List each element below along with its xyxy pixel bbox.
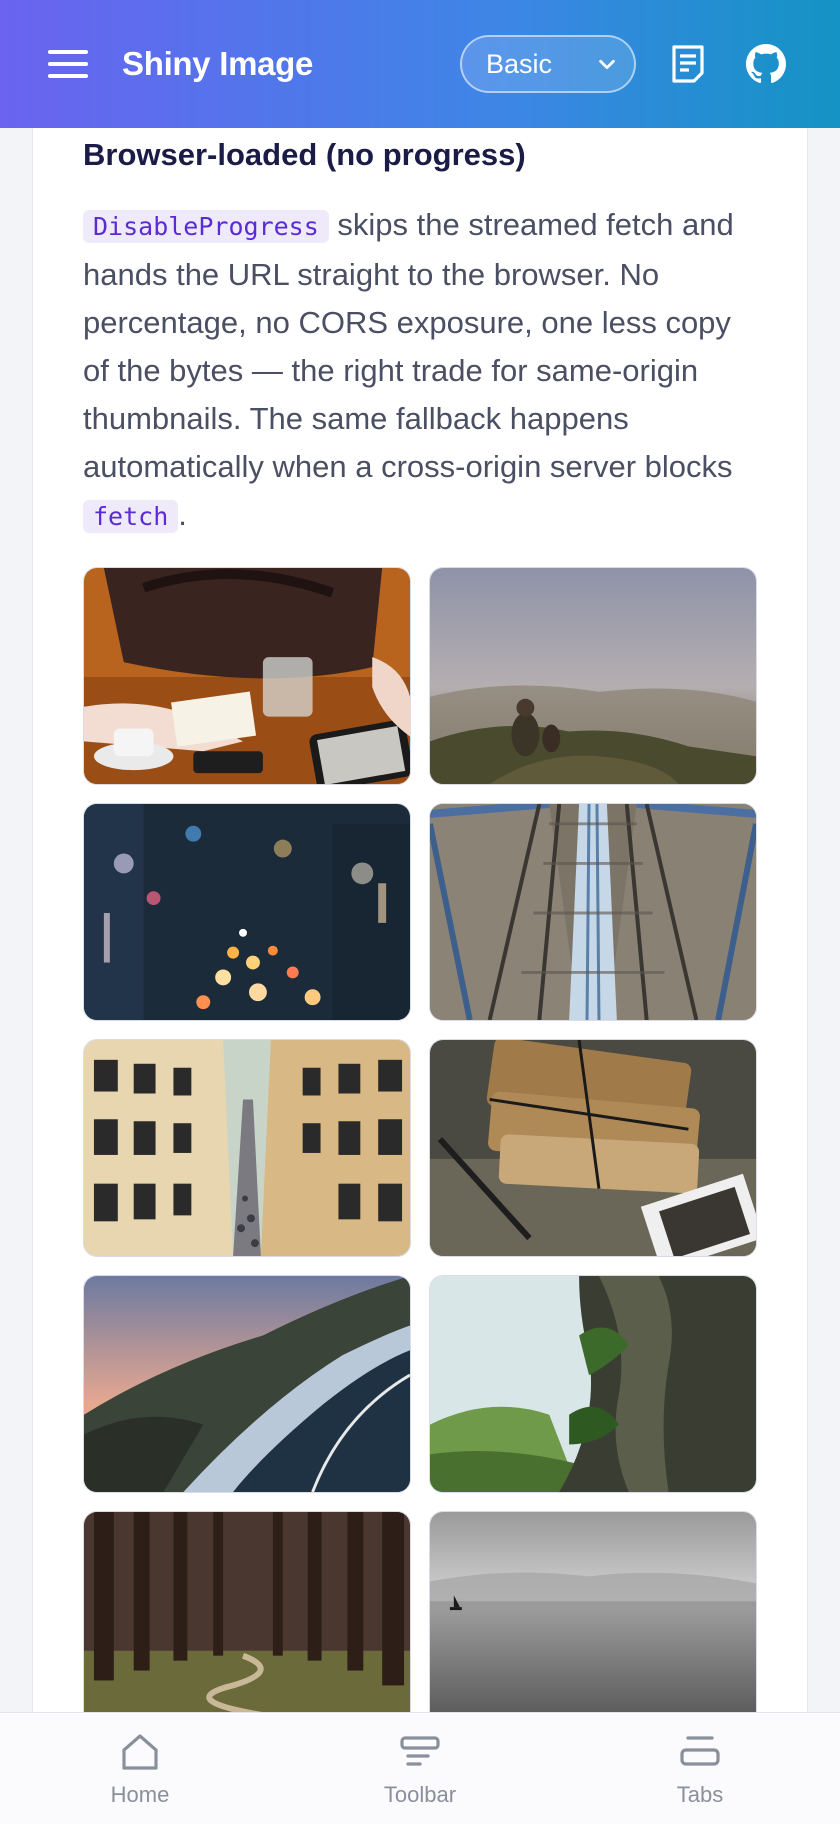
docs-icon[interactable] bbox=[662, 38, 714, 90]
home-icon bbox=[122, 1733, 158, 1770]
description-text: skips the streamed fetch and hands the U… bbox=[83, 207, 734, 484]
gallery-image[interactable] bbox=[83, 803, 411, 1021]
github-icon[interactable] bbox=[740, 38, 792, 90]
bottom-tab-bar: Home Toolbar Tabs bbox=[0, 1712, 840, 1824]
chevron-down-icon bbox=[599, 59, 615, 70]
tabs-icon bbox=[680, 1735, 720, 1766]
app-root: Shiny Image Basic Browser-loaded (no pro… bbox=[0, 0, 840, 1824]
gallery-image[interactable] bbox=[429, 803, 757, 1021]
mode-select[interactable]: Basic bbox=[460, 35, 636, 93]
gallery-image[interactable] bbox=[429, 1511, 757, 1729]
gallery-image[interactable] bbox=[83, 567, 411, 785]
tab-toolbar[interactable]: Toolbar bbox=[280, 1713, 560, 1824]
mode-select-value: Basic bbox=[486, 48, 553, 79]
section-description: DisableProgress skips the streamed fetch… bbox=[83, 201, 757, 541]
app-header: Shiny Image Basic bbox=[0, 0, 840, 128]
section-title: Browser-loaded (no progress) bbox=[83, 137, 526, 172]
gallery-image[interactable] bbox=[83, 1511, 411, 1729]
code-fetch: fetch bbox=[83, 500, 179, 533]
tab-tabs-label: Tabs bbox=[676, 1781, 724, 1807]
header-actions: Basic bbox=[460, 35, 792, 93]
toolbar-icon bbox=[400, 1735, 440, 1766]
tab-toolbar-label: Toolbar bbox=[383, 1781, 457, 1807]
gallery-image[interactable] bbox=[83, 1039, 411, 1257]
tab-tabs[interactable]: Tabs bbox=[560, 1713, 840, 1824]
gallery-image[interactable] bbox=[83, 1275, 411, 1493]
image-gallery bbox=[83, 567, 757, 1729]
description-end: . bbox=[178, 497, 187, 532]
code-disable-progress: DisableProgress bbox=[83, 210, 329, 243]
gallery-image[interactable] bbox=[429, 1039, 757, 1257]
tab-home-label: Home bbox=[110, 1781, 170, 1807]
gallery-image[interactable] bbox=[429, 567, 757, 785]
app-title: Shiny Image bbox=[122, 45, 314, 82]
gallery-image[interactable] bbox=[429, 1275, 757, 1493]
tab-home[interactable]: Home bbox=[0, 1713, 280, 1824]
menu-icon[interactable] bbox=[48, 44, 88, 84]
content-card: Browser-loaded (no progress) DisableProg… bbox=[32, 100, 808, 1730]
